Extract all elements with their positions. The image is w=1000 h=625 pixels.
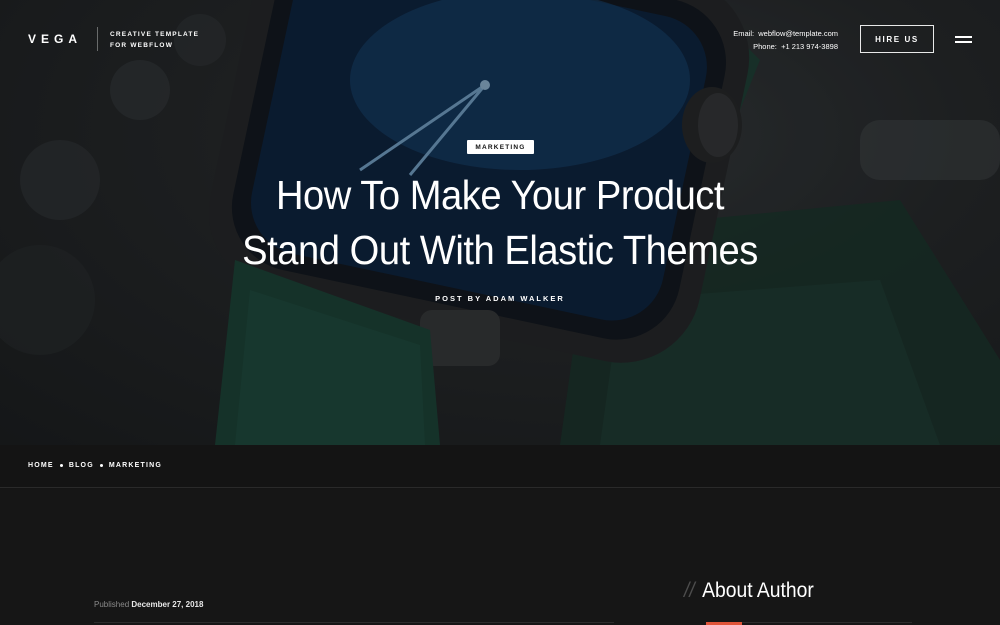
hire-us-button[interactable]: HIRE US — [860, 25, 934, 53]
logo-divider — [97, 27, 98, 51]
breadcrumb-current: MARKETING — [108, 462, 163, 469]
breadcrumb-bar: HOME BLOG MARKETING — [0, 445, 1000, 488]
menu-bar-bottom — [955, 41, 972, 43]
phone-link[interactable]: +1 213 974-3898 — [781, 42, 838, 51]
published-date: December 27, 2018 — [131, 600, 204, 609]
breadcrumb-separator-icon — [99, 464, 103, 467]
breadcrumb-blog[interactable]: BLOG — [69, 462, 94, 469]
contact-email-row: Email: webflow@template.com — [733, 27, 838, 40]
email-link[interactable]: webflow@template.com — [758, 29, 838, 38]
published-label: Published — [94, 600, 130, 609]
post-body: Published December 27, 2018 // About Auth… — [0, 489, 1000, 625]
post-title-line2: Stand Out With Elastic Themes — [242, 227, 758, 273]
contact-info: Email: webflow@template.com Phone: +1 21… — [733, 27, 838, 53]
post-byline: POST BY ADAM WALKER — [435, 294, 565, 303]
hamburger-menu-icon[interactable] — [955, 34, 973, 46]
email-label: Email: — [733, 29, 755, 38]
breadcrumb-home[interactable]: HOME — [28, 462, 54, 469]
heading-slashes-icon: // — [684, 579, 695, 602]
divider — [742, 622, 912, 623]
logo[interactable]: VEGA — [28, 32, 82, 46]
post-title: How To Make Your Product Stand Out With … — [175, 168, 826, 278]
post-title-line1: How To Make Your Product — [275, 172, 725, 218]
divider — [94, 622, 614, 623]
hero-section: VEGA CREATIVE TEMPLATE FOR WEBFLOW Email… — [0, 0, 1000, 445]
breadcrumb: HOME BLOG MARKETING — [28, 462, 162, 469]
breadcrumb-separator-icon — [59, 464, 63, 467]
menu-bar-top — [955, 36, 972, 38]
published-meta: Published December 27, 2018 — [94, 600, 203, 609]
tagline-line2: FOR WEBFLOW — [110, 42, 174, 49]
about-author-title: About Author — [702, 579, 814, 602]
about-author-heading: // About Author — [684, 579, 814, 603]
phone-label: Phone: — [753, 42, 777, 51]
category-badge[interactable]: MARKETING — [467, 140, 534, 154]
contact-phone-row: Phone: +1 213 974-3898 — [733, 40, 838, 53]
tagline-line1: CREATIVE TEMPLATE — [110, 31, 200, 38]
brand-tagline: CREATIVE TEMPLATE FOR WEBFLOW — [110, 29, 199, 51]
